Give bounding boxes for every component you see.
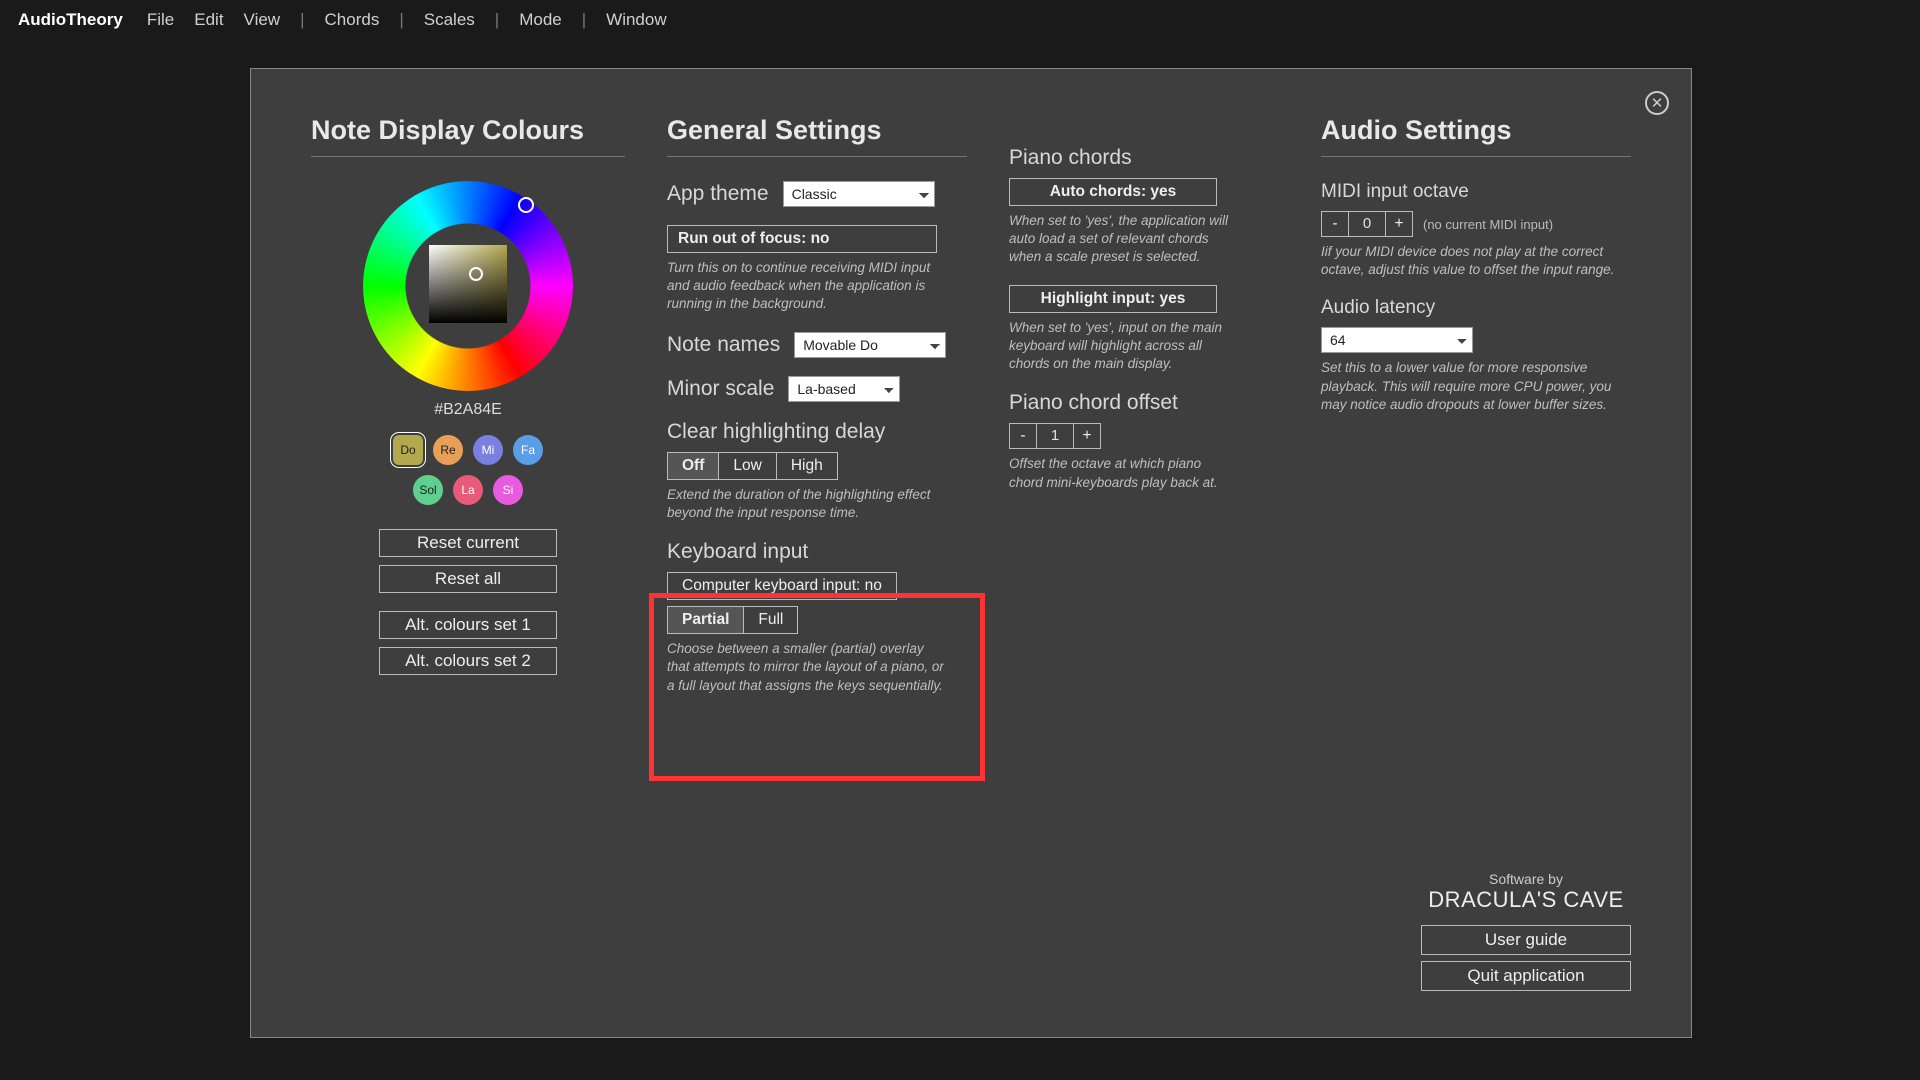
app-theme-select[interactable]: Classic — [783, 181, 935, 207]
heading-general: General Settings — [667, 115, 967, 157]
keyboard-layout-segment: Partial Full — [667, 606, 967, 634]
app-theme-label: App theme — [667, 182, 769, 206]
kb-partial-button[interactable]: Partial — [667, 606, 743, 634]
clear-off-button[interactable]: Off — [667, 452, 718, 480]
highlight-input-help: When set to 'yes', input on the main key… — [1009, 319, 1229, 374]
audio-column: Audio Settings MIDI input octave - 0 + (… — [1321, 115, 1631, 713]
midi-octave-stepper: - 0 + — [1321, 211, 1413, 237]
credits-block: Software by DRACULA'S CAVE User guide Qu… — [1421, 871, 1631, 997]
kb-full-button[interactable]: Full — [743, 606, 798, 634]
menu-window[interactable]: Window — [606, 10, 666, 30]
offset-plus-button[interactable]: + — [1073, 423, 1101, 449]
clear-delay-segment: Off Low High — [667, 452, 967, 480]
keyboard-input-help: Choose between a smaller (partial) overl… — [667, 640, 947, 695]
swatch-la[interactable]: La — [453, 475, 483, 505]
reset-current-button[interactable]: Reset current — [379, 529, 557, 557]
swatch-sol[interactable]: Sol — [413, 475, 443, 505]
close-icon[interactable]: ✕ — [1645, 91, 1669, 115]
chord-offset-stepper: - 1 + — [1009, 423, 1279, 449]
midi-status-note: (no current MIDI input) — [1423, 217, 1553, 232]
menu-mode[interactable]: Mode — [519, 10, 562, 30]
swatch-fa[interactable]: Fa — [513, 435, 543, 465]
swatch-row-1: Do Re Mi Fa — [311, 435, 625, 465]
swatch-mi[interactable]: Mi — [473, 435, 503, 465]
auto-chords-toggle[interactable]: Auto chords: yes — [1009, 178, 1217, 206]
sv-handle[interactable] — [469, 267, 483, 281]
software-by-label: Software by — [1421, 871, 1631, 887]
midi-octave-label: MIDI input octave — [1321, 181, 1631, 203]
separator: | — [495, 10, 499, 30]
keyboard-input-toggle[interactable]: Computer keyboard input: no — [667, 572, 897, 600]
swatch-do[interactable]: Do — [393, 435, 423, 465]
offset-value: 1 — [1037, 423, 1073, 449]
note-names-select[interactable]: Movable Do — [794, 332, 946, 358]
general-column: General Settings App theme Classic Run o… — [667, 115, 967, 713]
heading-audio: Audio Settings — [1321, 115, 1631, 157]
quit-button[interactable]: Quit application — [1421, 961, 1631, 991]
colours-column: Note Display Colours #B2A84E Do Re Mi Fa… — [311, 115, 625, 713]
note-names-label: Note names — [667, 333, 780, 357]
menu-chords[interactable]: Chords — [325, 10, 380, 30]
chord-offset-help: Offset the octave at which piano chord m… — [1009, 455, 1219, 491]
clear-high-button[interactable]: High — [776, 452, 838, 480]
saturation-square[interactable] — [429, 245, 507, 323]
separator: | — [582, 10, 586, 30]
highlight-input-toggle[interactable]: Highlight input: yes — [1009, 285, 1217, 313]
minor-scale-label: Minor scale — [667, 377, 774, 401]
midi-plus-button[interactable]: + — [1385, 211, 1413, 237]
minor-scale-select[interactable]: La-based — [788, 376, 900, 402]
colour-picker[interactable] — [363, 181, 573, 391]
swatch-si[interactable]: Si — [493, 475, 523, 505]
latency-help: Set this to a lower value for more respo… — [1321, 359, 1621, 414]
alt-colours-1-button[interactable]: Alt. colours set 1 — [379, 611, 557, 639]
chord-offset-label: Piano chord offset — [1009, 391, 1279, 415]
menu-scales[interactable]: Scales — [424, 10, 475, 30]
user-guide-button[interactable]: User guide — [1421, 925, 1631, 955]
midi-help: Iif your MIDI device does not play at th… — [1321, 243, 1621, 279]
separator: | — [300, 10, 304, 30]
keyboard-input-label: Keyboard input — [667, 540, 967, 564]
auto-chords-help: When set to 'yes', the application will … — [1009, 212, 1239, 267]
piano-column: . Piano chords Auto chords: yes When set… — [1009, 115, 1279, 713]
latency-label: Audio latency — [1321, 297, 1631, 319]
run-focus-help: Turn this on to continue receiving MIDI … — [667, 259, 947, 314]
hex-value: #B2A84E — [311, 401, 625, 419]
hue-handle[interactable] — [518, 197, 534, 213]
menu-edit[interactable]: Edit — [194, 10, 223, 30]
clear-low-button[interactable]: Low — [718, 452, 775, 480]
swatch-row-2: Sol La Si — [311, 475, 625, 505]
midi-value: 0 — [1349, 211, 1385, 237]
clear-delay-help: Extend the duration of the highlighting … — [667, 486, 947, 522]
separator: | — [399, 10, 403, 30]
offset-minus-button[interactable]: - — [1009, 423, 1037, 449]
menu-file[interactable]: File — [147, 10, 174, 30]
midi-minus-button[interactable]: - — [1321, 211, 1349, 237]
run-out-of-focus-toggle[interactable]: Run out of focus: no — [667, 225, 937, 253]
heading-colours: Note Display Colours — [311, 115, 625, 157]
piano-chords-label: Piano chords — [1009, 146, 1279, 170]
menu-view[interactable]: View — [244, 10, 281, 30]
alt-colours-2-button[interactable]: Alt. colours set 2 — [379, 647, 557, 675]
developer-name: DRACULA'S CAVE — [1421, 887, 1631, 913]
latency-select[interactable]: 64 — [1321, 327, 1473, 353]
swatch-re[interactable]: Re — [433, 435, 463, 465]
clear-delay-label: Clear highlighting delay — [667, 420, 967, 444]
settings-panel: ✕ Note Display Colours #B2A84E Do Re Mi … — [250, 68, 1692, 1038]
reset-all-button[interactable]: Reset all — [379, 565, 557, 593]
brand: AudioTheory — [18, 10, 123, 30]
menubar: AudioTheory File Edit View | Chords | Sc… — [0, 0, 1920, 40]
